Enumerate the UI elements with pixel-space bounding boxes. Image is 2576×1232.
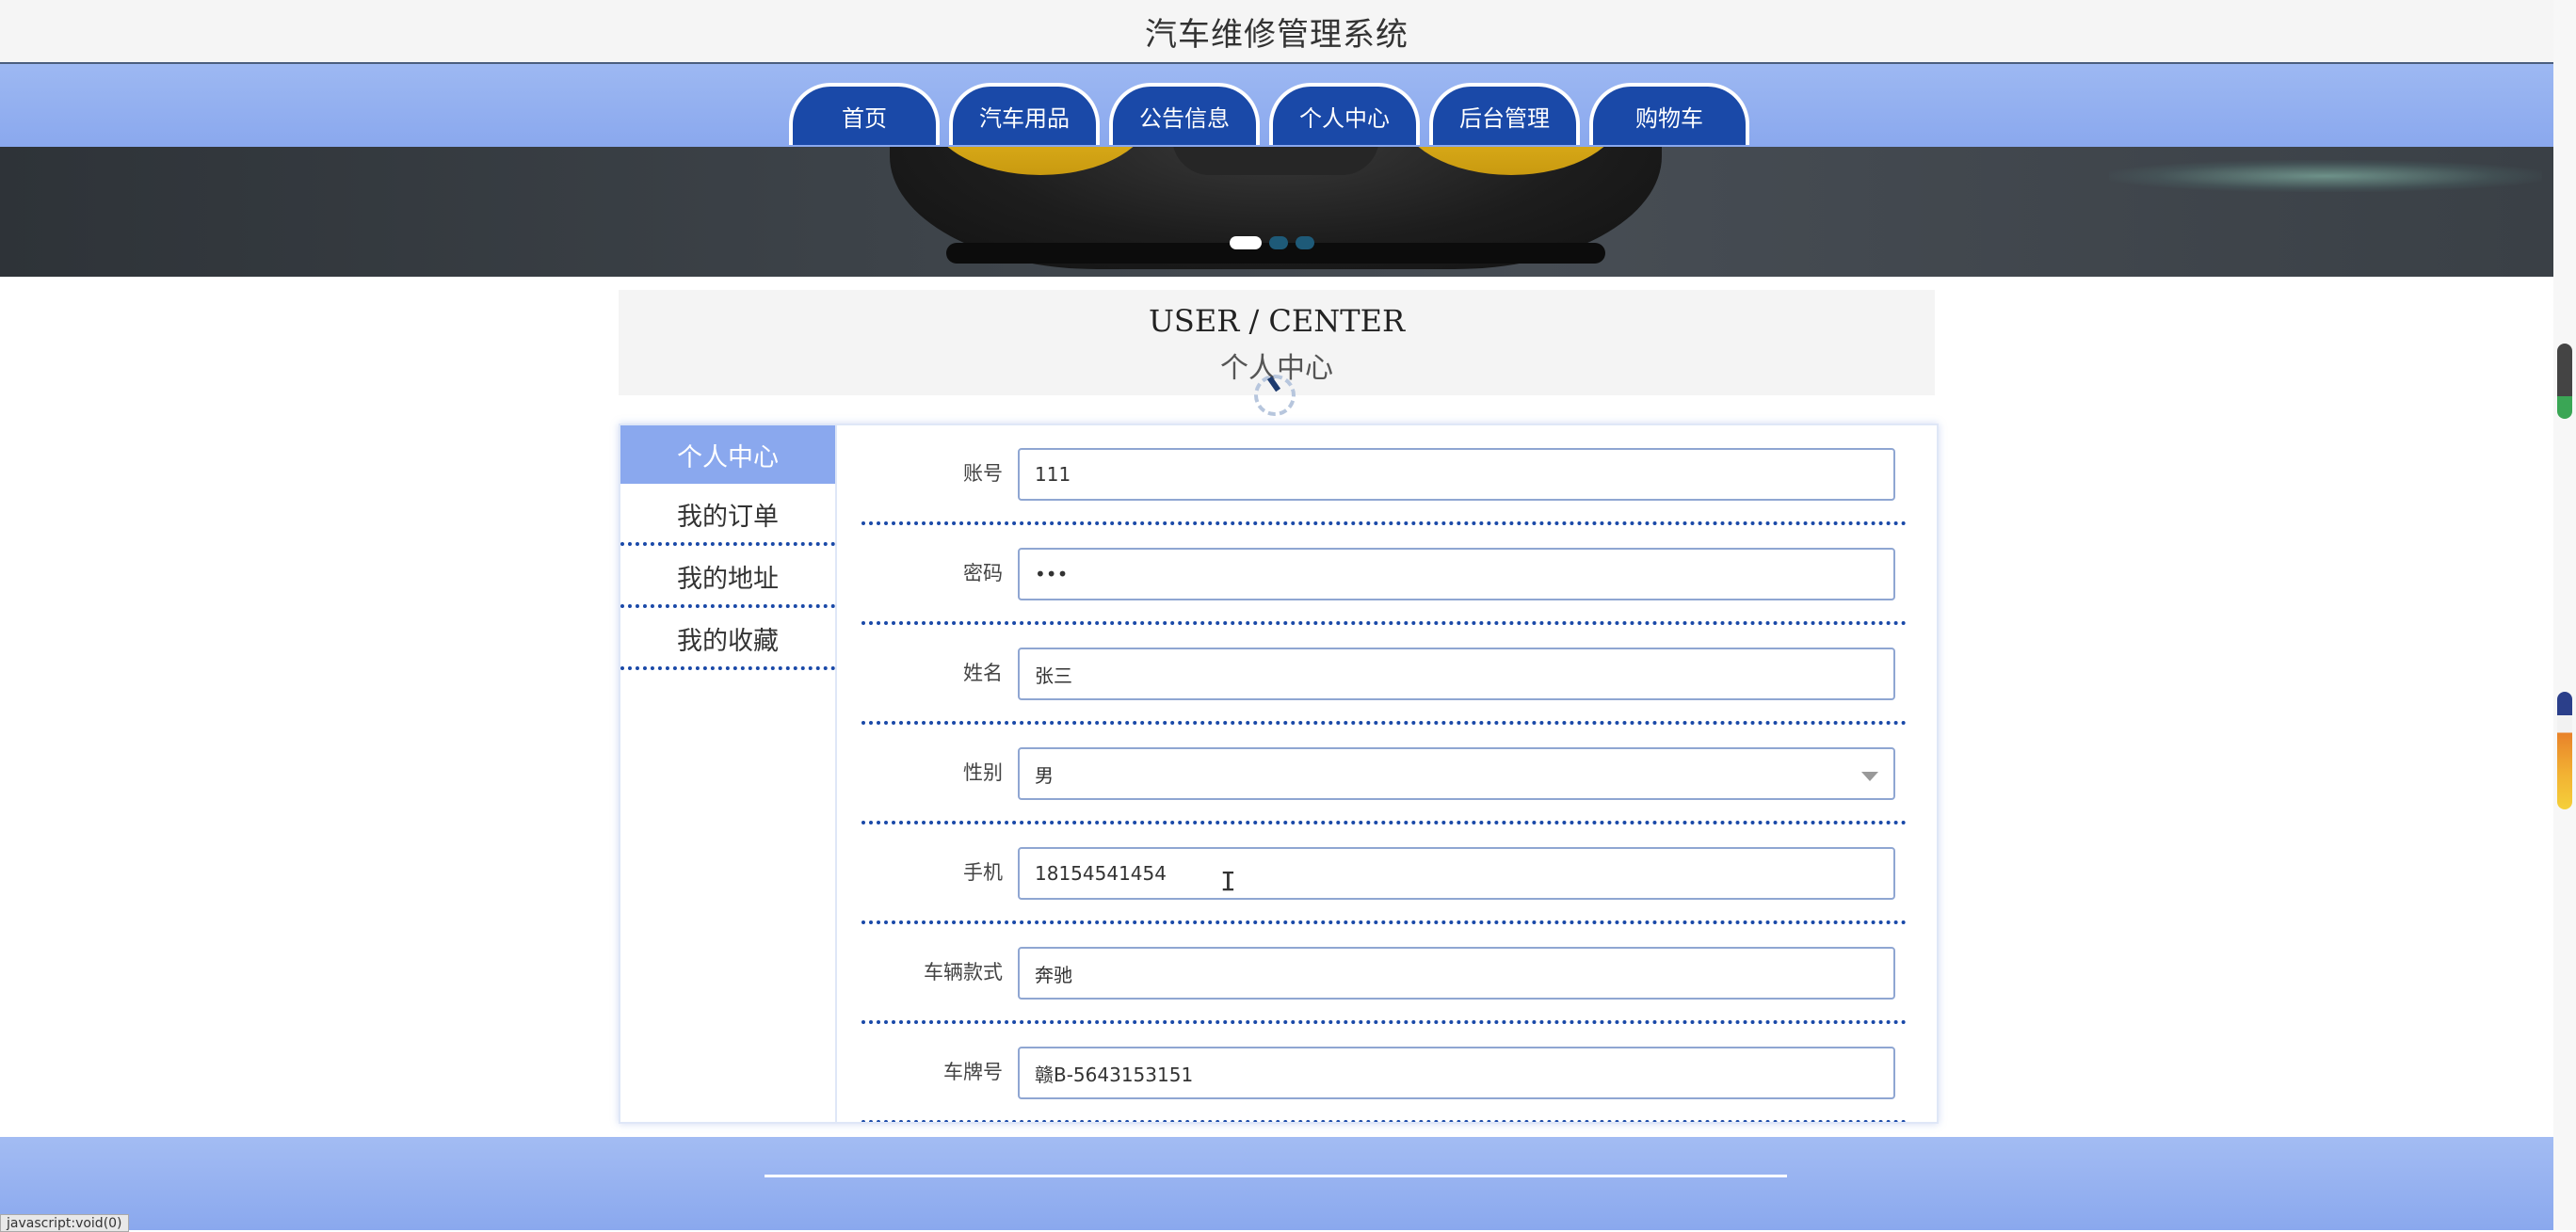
plate-number-label: 车牌号 (943, 1061, 1003, 1083)
sidebar-item-my-orders[interactable]: 我的订单 (620, 486, 835, 546)
carousel-dots (1230, 236, 1314, 249)
user-center-panel: 个人中心 我的订单 我的地址 我的收藏 账号 111 密码 ••• 姓名 张三 … (619, 424, 1939, 1124)
gender-label: 性别 (963, 761, 1003, 784)
form-row-phone: 手机 18154541454 (861, 824, 1907, 924)
nav-item-cart[interactable]: 购物车 (1589, 83, 1749, 145)
vehicle-model-input[interactable]: 奔驰 (1018, 947, 1895, 1000)
sidebar-item-user-center[interactable]: 个人中心 (620, 425, 835, 484)
page-title-en: USER / CENTER (1148, 303, 1406, 339)
scrollbar-thumb-secondary[interactable] (2557, 344, 2572, 419)
scrollbar-thumb[interactable] (2557, 692, 2572, 809)
loading-spinner-icon (1254, 375, 1296, 416)
phone-label: 手机 (963, 861, 1003, 884)
main-navbar: 首页 汽车用品 公告信息 个人中心 后台管理 购物车 (0, 64, 2553, 147)
sidebar: 个人中心 我的订单 我的地址 我的收藏 (620, 425, 837, 1122)
form-row-plate-number: 车牌号 赣B-5643153151 (861, 1024, 1907, 1122)
banner-car-image (890, 147, 1662, 269)
browser-status-bar: javascript:void(0) (0, 1214, 129, 1232)
footer-divider (765, 1175, 1787, 1177)
form-row-vehicle-model: 车辆款式 奔驰 (861, 924, 1907, 1024)
profile-form: 账号 111 密码 ••• 姓名 张三 性别 男 手机 18154541454 … (861, 425, 1907, 1122)
name-input[interactable]: 张三 (1018, 648, 1895, 700)
nav-item-announcements[interactable]: 公告信息 (1109, 83, 1260, 145)
account-input[interactable]: 111 (1018, 448, 1895, 501)
carousel-dot-1[interactable] (1230, 236, 1262, 249)
car-left-panel (927, 147, 1153, 175)
text-cursor-icon: I (1220, 866, 1236, 897)
nav-item-home[interactable]: 首页 (789, 83, 940, 145)
car-grille (1172, 147, 1379, 175)
gender-selected-value: 男 (1035, 763, 1054, 787)
site-title: 汽车维修管理系统 (1145, 15, 1409, 54)
car-right-panel (1398, 147, 1624, 175)
page-scrollbar[interactable] (2553, 0, 2576, 1230)
nav-item-user-center[interactable]: 个人中心 (1269, 83, 1420, 145)
banner-light-streak (2109, 160, 2542, 192)
nav-item-admin[interactable]: 后台管理 (1429, 83, 1580, 145)
nav-item-car-supplies[interactable]: 汽车用品 (949, 83, 1100, 145)
form-row-password: 密码 ••• (861, 525, 1907, 625)
name-label: 姓名 (963, 662, 1003, 684)
sidebar-item-my-favorites[interactable]: 我的收藏 (620, 610, 835, 670)
carousel-dot-2[interactable] (1269, 236, 1288, 249)
sidebar-item-my-addresses[interactable]: 我的地址 (620, 548, 835, 608)
plate-number-input[interactable]: 赣B-5643153151 (1018, 1047, 1895, 1099)
footer (0, 1137, 2553, 1230)
top-title-bar: 汽车维修管理系统 (0, 0, 2553, 64)
banner-carousel (0, 147, 2553, 277)
phone-input[interactable]: 18154541454 (1018, 847, 1895, 900)
form-row-account: 账号 111 (861, 425, 1907, 525)
password-label: 密码 (963, 562, 1003, 584)
chevron-down-icon (1861, 772, 1878, 781)
carousel-dot-3[interactable] (1296, 236, 1314, 249)
form-row-name: 姓名 张三 (861, 625, 1907, 725)
nav-list: 首页 汽车用品 公告信息 个人中心 后台管理 购物车 (789, 83, 1749, 145)
gender-select[interactable]: 男 (1018, 747, 1895, 800)
form-row-gender: 性别 男 (861, 725, 1907, 824)
vehicle-model-label: 车辆款式 (924, 961, 1003, 984)
password-input[interactable]: ••• (1018, 548, 1895, 600)
account-label: 账号 (963, 462, 1003, 485)
